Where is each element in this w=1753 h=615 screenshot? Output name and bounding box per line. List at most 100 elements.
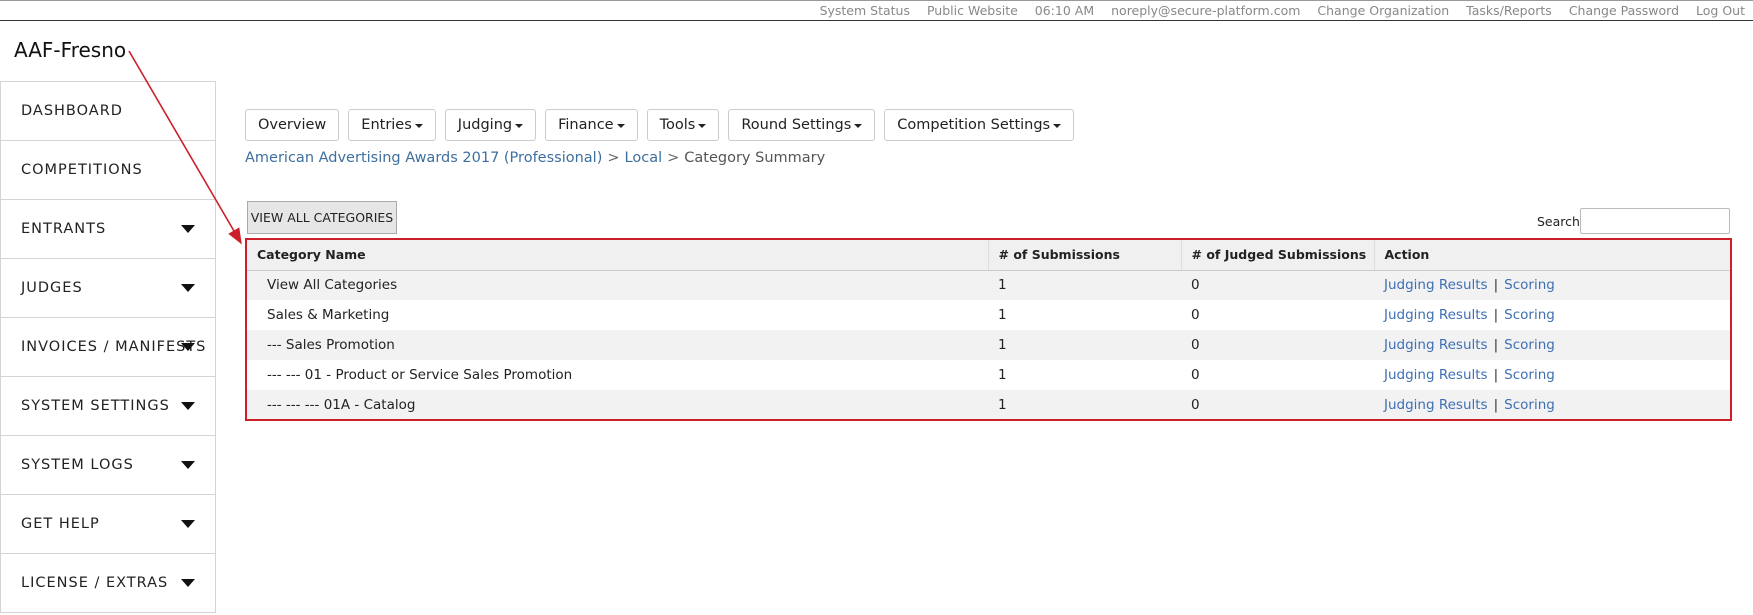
judging-results-link[interactable]: Judging Results xyxy=(1384,397,1488,413)
breadcrumb: American Advertising Awards 2017 (Profes… xyxy=(245,150,825,166)
caret-down-icon xyxy=(181,579,195,587)
category-name-cell: View All Categories xyxy=(267,277,398,294)
submissions-cell: 1 xyxy=(998,337,1007,353)
caret-down-icon xyxy=(1053,124,1062,128)
caret-down-icon xyxy=(181,402,195,410)
action-cell: Judging Results | Scoring xyxy=(1374,270,1730,300)
tasks-reports-link[interactable]: Tasks/Reports xyxy=(1466,3,1552,18)
caret-down-icon xyxy=(698,124,707,128)
caret-down-icon xyxy=(181,520,195,528)
sidebar-item-label: SYSTEM LOGS xyxy=(21,457,134,473)
submissions-cell: 1 xyxy=(998,367,1007,383)
change-organization-link[interactable]: Change Organization xyxy=(1317,3,1449,18)
category-summary-table-highlight: Category Name # of Submissions # of Judg… xyxy=(245,238,1732,421)
caret-down-icon xyxy=(181,343,195,351)
button-label: Finance xyxy=(558,117,614,133)
judged-cell: 0 xyxy=(1191,367,1200,383)
judging-results-link[interactable]: Judging Results xyxy=(1384,337,1488,353)
breadcrumb-current: Category Summary xyxy=(684,150,826,166)
sidebar-item-judges[interactable]: JUDGES xyxy=(1,259,215,318)
sidebar-item-competitions[interactable]: COMPETITIONS xyxy=(1,141,215,200)
judged-cell: 0 xyxy=(1191,337,1200,353)
sidebar-item-label: COMPETITIONS xyxy=(21,162,143,178)
system-status-link[interactable]: System Status xyxy=(820,3,910,18)
scoring-link[interactable]: Scoring xyxy=(1504,307,1555,323)
competition-settings-dropdown-button[interactable]: Competition Settings xyxy=(884,109,1075,141)
sidebar-item-invoices-manifests[interactable]: INVOICES / MANIFESTS xyxy=(1,318,215,377)
action-separator: | xyxy=(1493,277,1499,294)
sidebar-item-entrants[interactable]: ENTRANTS xyxy=(1,200,215,259)
search-input[interactable] xyxy=(1580,208,1730,234)
table-header-row: Category Name # of Submissions # of Judg… xyxy=(247,240,1730,271)
organization-name: AAF-Fresno xyxy=(14,38,127,62)
user-email[interactable]: noreply@secure-platform.com xyxy=(1111,3,1300,18)
change-password-link[interactable]: Change Password xyxy=(1569,3,1679,18)
column-header-submissions[interactable]: # of Submissions xyxy=(988,240,1182,271)
public-website-link[interactable]: Public Website xyxy=(927,3,1018,18)
scoring-link[interactable]: Scoring xyxy=(1504,277,1555,293)
action-separator: | xyxy=(1493,307,1499,323)
caret-down-icon xyxy=(854,124,863,128)
sidebar-item-get-help[interactable]: GET HELP xyxy=(1,495,215,554)
submissions-cell: 1 xyxy=(998,307,1007,323)
round-settings-dropdown-button[interactable]: Round Settings xyxy=(728,109,876,141)
competition-nav-buttons: Overview Entries Judging Finance Tools R… xyxy=(245,109,1083,141)
table-row: --- Sales Promotion 1 0 Judging Results |… xyxy=(247,330,1730,360)
action-cell: Judging Results | Scoring xyxy=(1374,300,1730,330)
search-label: Search: xyxy=(1537,214,1585,229)
view-all-categories-button[interactable]: VIEW ALL CATEGORIES xyxy=(247,201,397,234)
sidebar-item-label: ENTRANTS xyxy=(21,221,107,237)
judging-results-link[interactable]: Judging Results xyxy=(1384,307,1488,323)
judged-cell: 0 xyxy=(1191,277,1200,294)
action-cell: Judging Results | Scoring xyxy=(1374,330,1730,360)
caret-down-icon xyxy=(181,284,195,292)
scoring-link[interactable]: Scoring xyxy=(1504,367,1555,383)
button-label: Round Settings xyxy=(741,117,852,133)
button-label: Tools xyxy=(659,117,696,133)
button-label: Entries xyxy=(361,117,412,133)
caret-down-icon xyxy=(515,124,524,128)
sidebar-item-label: LICENSE / EXTRAS xyxy=(21,575,169,591)
table-row: View All Categories 1 0 Judging Results |… xyxy=(247,270,1730,300)
action-separator: | xyxy=(1493,367,1499,383)
caret-down-icon xyxy=(181,461,195,469)
breadcrumb-separator: > xyxy=(667,150,680,166)
sidebar-item-label: INVOICES / MANIFESTS xyxy=(21,339,207,355)
sidebar-item-system-settings[interactable]: SYSTEM SETTINGS xyxy=(1,377,215,436)
category-name-cell: --- --- 01 - Product or Service Sales Pr… xyxy=(267,367,573,383)
caret-down-icon xyxy=(414,124,423,128)
category-summary-table: Category Name # of Submissions # of Judg… xyxy=(247,240,1730,419)
judging-dropdown-button[interactable]: Judging xyxy=(444,109,537,141)
judging-results-link[interactable]: Judging Results xyxy=(1384,367,1488,383)
breadcrumb-round-link[interactable]: Local xyxy=(625,150,663,166)
breadcrumb-competition-link[interactable]: American Advertising Awards 2017 (Profes… xyxy=(245,150,602,166)
table-row: --- --- 01 - Product or Service Sales Pr… xyxy=(247,360,1730,390)
sidebar-item-label: SYSTEM SETTINGS xyxy=(21,398,170,414)
category-name-cell: --- --- --- 01A - Catalog xyxy=(267,397,416,413)
action-separator: | xyxy=(1493,397,1499,413)
column-header-action: Action xyxy=(1374,240,1730,271)
scoring-link[interactable]: Scoring xyxy=(1504,397,1555,413)
sidebar-item-license-extras[interactable]: LICENSE / EXTRAS xyxy=(1,554,215,612)
top-utility-bar: System Status Public Website 06:10 AM no… xyxy=(0,0,1753,21)
tools-dropdown-button[interactable]: Tools xyxy=(646,109,720,141)
caret-down-icon xyxy=(616,124,625,128)
sidebar-item-label: DASHBOARD xyxy=(21,103,123,119)
overview-button[interactable]: Overview xyxy=(245,109,340,141)
column-header-judged-submissions[interactable]: # of Judged Submissions xyxy=(1181,240,1375,271)
sidebar-item-dashboard[interactable]: DASHBOARD xyxy=(1,82,215,141)
judging-results-link[interactable]: Judging Results xyxy=(1384,277,1488,293)
scoring-link[interactable]: Scoring xyxy=(1504,337,1555,353)
submissions-cell: 1 xyxy=(998,277,1007,294)
submissions-cell: 1 xyxy=(998,397,1007,413)
sidebar-item-label: GET HELP xyxy=(21,516,100,532)
button-label: Judging xyxy=(457,117,513,133)
clock-time: 06:10 AM xyxy=(1034,3,1095,18)
sidebar-item-system-logs[interactable]: SYSTEM LOGS xyxy=(1,436,215,495)
breadcrumb-separator: > xyxy=(607,150,620,166)
column-header-category-name[interactable]: Category Name xyxy=(247,240,989,271)
action-separator: | xyxy=(1493,337,1499,353)
finance-dropdown-button[interactable]: Finance xyxy=(545,109,638,141)
log-out-link[interactable]: Log Out xyxy=(1696,3,1745,18)
entries-dropdown-button[interactable]: Entries xyxy=(348,109,436,141)
